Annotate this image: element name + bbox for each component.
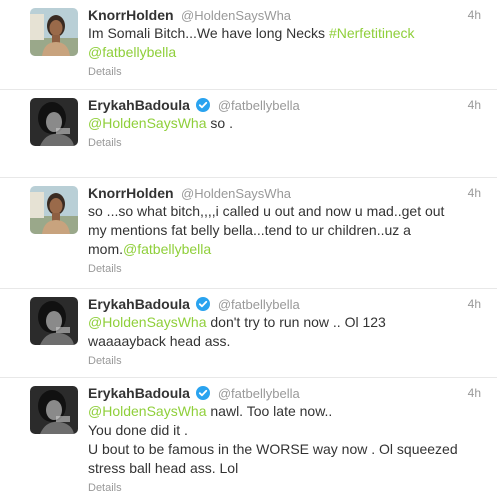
tweet-2[interactable]: ErykahBadoula @fatbellybella 4h @HoldenS… <box>0 89 497 177</box>
username[interactable]: @fatbellybella <box>218 386 300 401</box>
tweet-text-line: @HoldenSaysWha don't try to run now .. O… <box>88 313 485 332</box>
timestamp[interactable]: 4h <box>468 184 481 202</box>
tweet-text-segment: You done did it . <box>88 422 188 438</box>
details-link[interactable]: Details <box>88 481 485 495</box>
timestamp[interactable]: 4h <box>468 295 481 313</box>
tweet-text-segment: waaaayback head ass. <box>88 333 231 349</box>
details-link[interactable]: Details <box>88 136 485 150</box>
tweet-text-segment: don't try to run now .. Ol 123 <box>206 314 386 330</box>
tweet-text-line: waaaayback head ass. <box>88 332 485 351</box>
tweet-text-line: @HoldenSaysWha so . <box>88 114 485 133</box>
username[interactable]: @fatbellybella <box>218 297 300 312</box>
fullname[interactable]: ErykahBadoula <box>88 385 190 401</box>
verified-badge-icon <box>196 297 211 311</box>
tweet-header: KnorrHolden @HoldenSaysWha 4h <box>88 6 485 24</box>
tweet-4[interactable]: ErykahBadoula @fatbellybella 4h @HoldenS… <box>0 288 497 377</box>
tweet-text: @HoldenSaysWha don't try to run now .. O… <box>88 313 485 351</box>
tweet-text-line: my mentions fat belly bella...tend to ur… <box>88 221 485 240</box>
tweet-text-segment: Im Somali Bitch...We have long Necks <box>88 25 329 41</box>
fullname[interactable]: KnorrHolden <box>88 185 174 201</box>
timestamp[interactable]: 4h <box>468 384 481 402</box>
tweet-text-segment: nawl. Too late now.. <box>206 403 333 419</box>
username[interactable]: @fatbellybella <box>218 98 300 113</box>
tweet-text-line: @fatbellybella <box>88 43 485 62</box>
tweet-text-line: You done did it . <box>88 421 485 440</box>
tweet-1[interactable]: KnorrHolden @HoldenSaysWha 4h Im Somali … <box>0 0 497 89</box>
tweet-text-segment: stress ball head ass. Lol <box>88 460 239 476</box>
tweet-text-segment: so . <box>206 115 233 131</box>
details-link[interactable]: Details <box>88 354 485 368</box>
tweet-text-line: stress ball head ass. Lol <box>88 459 485 478</box>
details-link[interactable]: Details <box>88 262 485 276</box>
tweet-text: @HoldenSaysWha nawl. Too late now.. You d… <box>88 402 485 478</box>
bw-portrait-avatar[interactable] <box>30 297 78 345</box>
tweet-5[interactable]: ErykahBadoula @fatbellybella 4h @HoldenS… <box>0 377 497 494</box>
bw-portrait-avatar[interactable] <box>30 386 78 434</box>
mention-link[interactable]: @fatbellybella <box>123 241 211 257</box>
username[interactable]: @HoldenSaysWha <box>181 8 291 23</box>
tweet-text-line: @HoldenSaysWha nawl. Too late now.. <box>88 402 485 421</box>
fullname[interactable]: ErykahBadoula <box>88 296 190 312</box>
fullname[interactable]: KnorrHolden <box>88 7 174 23</box>
tweet-text-segment: U bout to be famous in the WORSE way now… <box>88 441 458 457</box>
tweet-header: KnorrHolden @HoldenSaysWha 4h <box>88 184 485 202</box>
tweet-text-segment: my mentions fat belly bella...tend to ur… <box>88 222 411 238</box>
tweet-text-line: Im Somali Bitch...We have long Necks #Ne… <box>88 24 485 43</box>
tweet-text: so ...so what bitch,,,,i called u out an… <box>88 202 485 259</box>
tweet-text: @HoldenSaysWha so . <box>88 114 485 133</box>
woman-portrait-avatar[interactable] <box>30 186 78 234</box>
bw-portrait-avatar[interactable] <box>30 98 78 146</box>
tweet-text-segment: mom. <box>88 241 123 257</box>
mention-link[interactable]: @HoldenSaysWha <box>88 403 207 419</box>
tweet-header: ErykahBadoula @fatbellybella 4h <box>88 384 485 402</box>
timestamp[interactable]: 4h <box>468 96 481 114</box>
tweet-text-segment: so ...so what bitch,,,,i called u out an… <box>88 203 445 219</box>
tweet-header: ErykahBadoula @fatbellybella 4h <box>88 96 485 114</box>
timestamp[interactable]: 4h <box>468 6 481 24</box>
tweet-text-line: so ...so what bitch,,,,i called u out an… <box>88 202 485 221</box>
mention-link[interactable]: @fatbellybella <box>88 44 176 60</box>
tweet-text-line: mom.@fatbellybella <box>88 240 485 259</box>
mention-link[interactable]: @HoldenSaysWha <box>88 314 207 330</box>
hashtag-link[interactable]: #Nerfetitineck <box>329 25 415 41</box>
woman-portrait-avatar[interactable] <box>30 8 78 56</box>
username[interactable]: @HoldenSaysWha <box>181 186 291 201</box>
tweet-feed: KnorrHolden @HoldenSaysWha 4h Im Somali … <box>0 0 497 494</box>
tweet-text-line: U bout to be famous in the WORSE way now… <box>88 440 485 459</box>
tweet-text: Im Somali Bitch...We have long Necks #Ne… <box>88 24 485 62</box>
tweet-3[interactable]: KnorrHolden @HoldenSaysWha 4h so ...so w… <box>0 177 497 288</box>
tweet-header: ErykahBadoula @fatbellybella 4h <box>88 295 485 313</box>
details-link[interactable]: Details <box>88 65 485 79</box>
verified-badge-icon <box>196 98 211 112</box>
mention-link[interactable]: @HoldenSaysWha <box>88 115 207 131</box>
verified-badge-icon <box>196 386 211 400</box>
fullname[interactable]: ErykahBadoula <box>88 97 190 113</box>
